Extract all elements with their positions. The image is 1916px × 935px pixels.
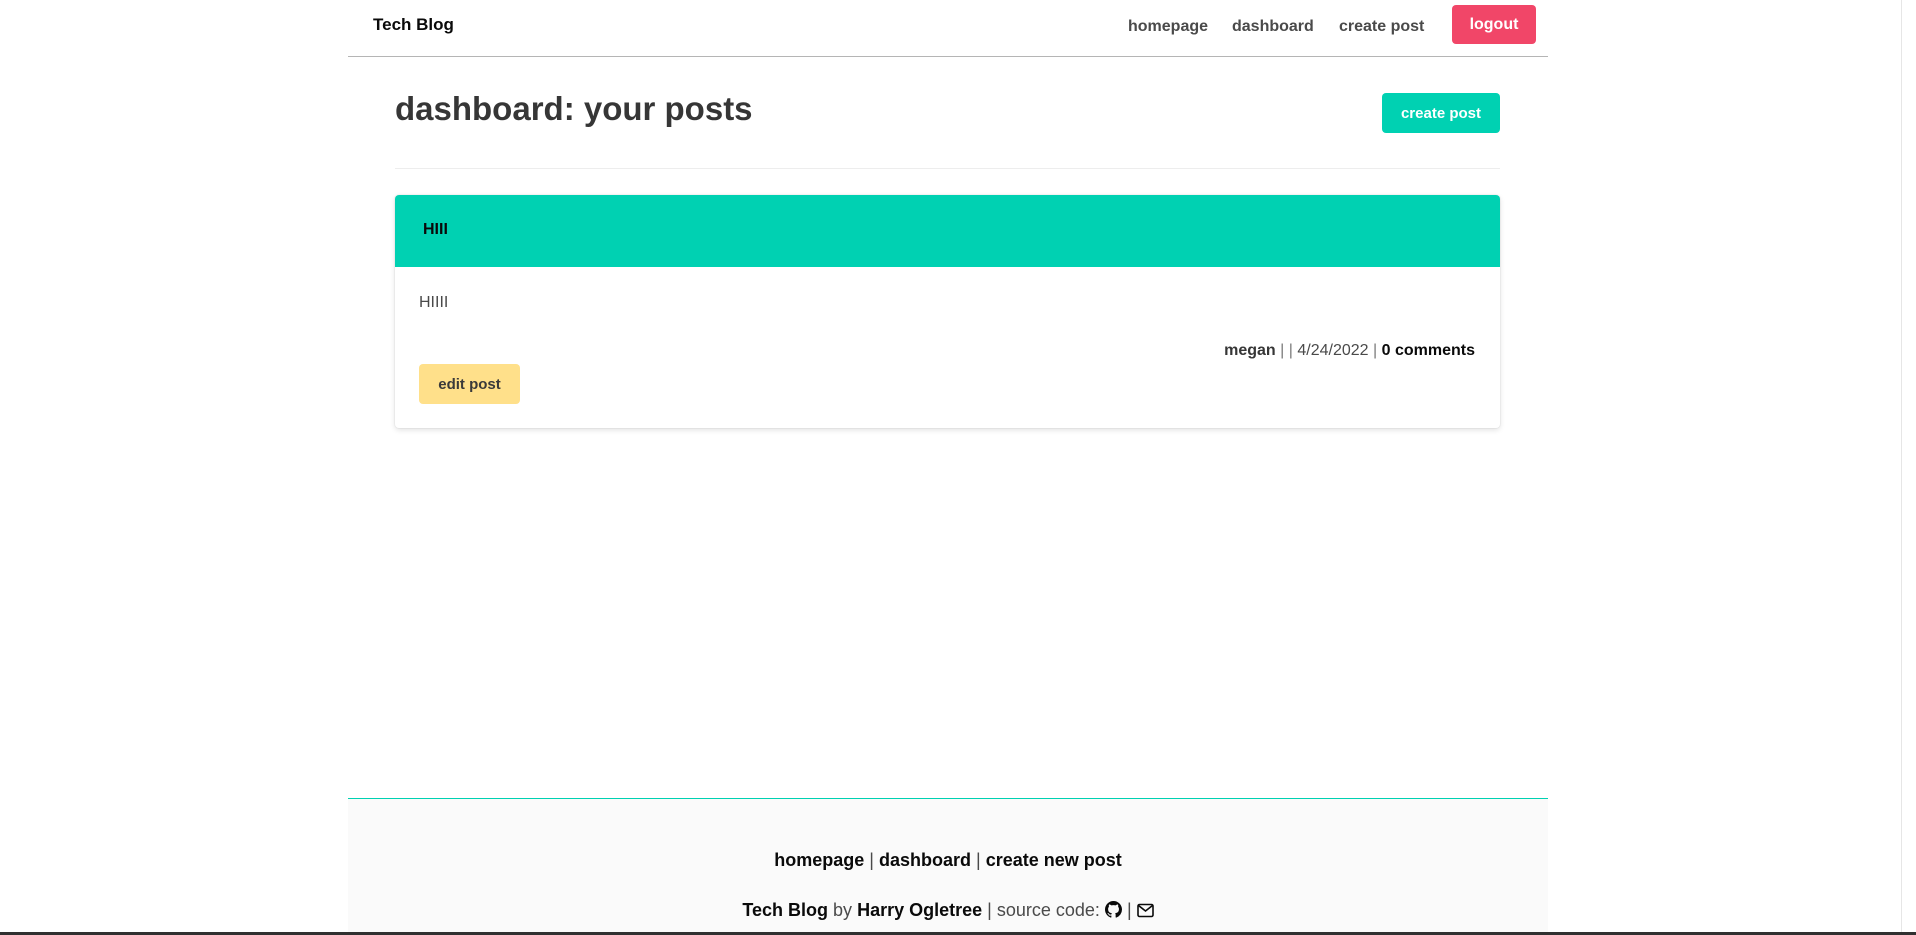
footer-dashboard-link[interactable]: dashboard — [879, 850, 971, 870]
post-meta: megan | | 4/24/2022 | 0 comments — [1224, 342, 1475, 360]
page: Tech Blog homepage dashboard create post… — [0, 0, 1916, 935]
github-icon[interactable] — [1104, 901, 1122, 923]
footer-separator: | — [869, 850, 874, 870]
post-title[interactable]: HIII — [423, 221, 448, 239]
page-title: dashboard: your posts — [395, 90, 753, 127]
edit-post-button[interactable]: edit post — [419, 364, 520, 404]
footer-separator: | — [976, 850, 981, 870]
nav-dashboard-link[interactable]: dashboard — [1232, 18, 1314, 36]
footer-by-text: by — [833, 900, 853, 920]
footer-source-label: | source code: — [987, 900, 1100, 920]
navbar: Tech Blog homepage dashboard create post… — [348, 0, 1548, 57]
footer-links: homepage | dashboard | create new post — [348, 850, 1548, 871]
create-post-button[interactable]: create post — [1382, 93, 1500, 133]
post-card-header[interactable]: HIII — [395, 195, 1500, 267]
footer: homepage | dashboard | create new post T… — [348, 798, 1548, 935]
post-card: HIII HIIII megan | | 4/24/2022 | 0 comme… — [395, 195, 1500, 428]
post-date: 4/24/2022 — [1297, 342, 1369, 359]
post-body: HIIII — [419, 294, 449, 311]
brand-logo[interactable]: Tech Blog — [373, 15, 454, 35]
main-container: Tech Blog homepage dashboard create post… — [348, 0, 1548, 935]
footer-create-new-post-link[interactable]: create new post — [986, 850, 1122, 870]
post-author: megan — [1224, 342, 1276, 359]
footer-site-name[interactable]: Tech Blog — [742, 900, 828, 920]
nav-create-post-link[interactable]: create post — [1339, 18, 1424, 36]
footer-credit: Tech Blog by Harry Ogletree | source cod… — [348, 900, 1548, 923]
logout-button[interactable]: logout — [1452, 5, 1536, 44]
meta-separator: | | — [1280, 342, 1293, 359]
header-divider — [395, 168, 1500, 169]
footer-icon-separator: | — [1126, 900, 1132, 920]
footer-author-link[interactable]: Harry Ogletree — [857, 900, 982, 920]
footer-homepage-link[interactable]: homepage — [774, 850, 864, 870]
post-comments-link[interactable]: 0 comments — [1382, 342, 1475, 359]
envelope-icon[interactable] — [1136, 902, 1154, 923]
nav-homepage-link[interactable]: homepage — [1128, 18, 1208, 36]
scrollbar-track[interactable] — [1901, 0, 1902, 935]
meta-date-separator: | — [1373, 342, 1378, 359]
